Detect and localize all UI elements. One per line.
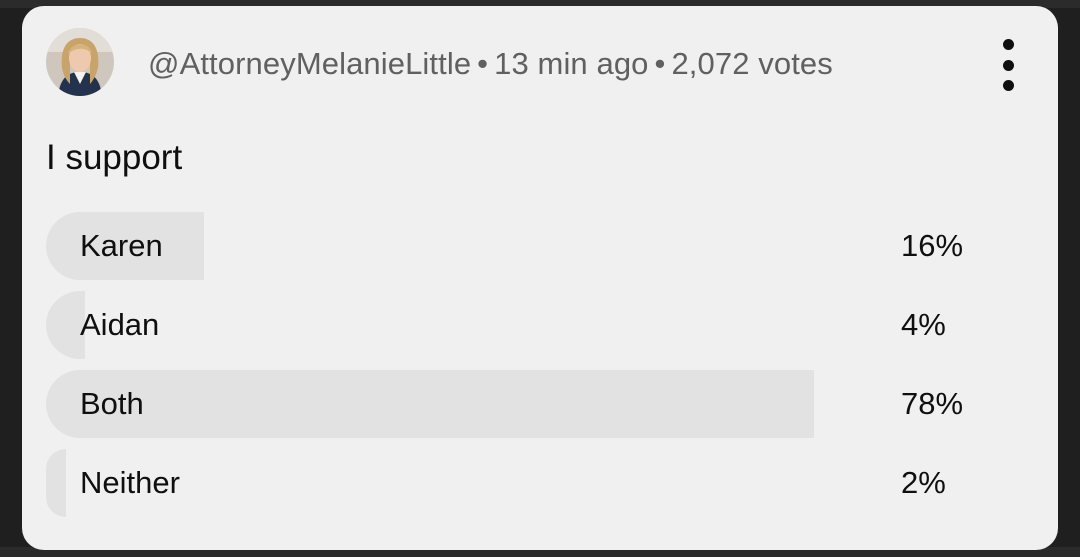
poll-card: @AttorneyMelanieLittle • 13 min ago • 2,072 … (22, 6, 1058, 550)
poll-option-label: Both (80, 386, 144, 421)
post-time: 13 min ago (494, 46, 649, 81)
more-options-button[interactable] (994, 39, 1022, 91)
more-vertical-icon-dot (1002, 59, 1014, 71)
poll-option-label: Aidan (80, 307, 160, 342)
meta-separator: • (477, 46, 489, 81)
poll-option-neither[interactable]: Neither 2% (46, 449, 1046, 517)
poll-question: I support (46, 138, 183, 177)
poll-option-both[interactable]: Both 78% (46, 370, 1046, 438)
poll-option-fill (46, 449, 66, 517)
meta-separator: • (654, 46, 666, 81)
poll-option-label: Neither (80, 465, 180, 500)
author-handle[interactable]: @AttorneyMelanieLittle (148, 46, 471, 81)
avatar-photo-icon (46, 28, 114, 96)
poll-option-percent: 78% (901, 386, 964, 421)
poll-option-label: Karen (80, 228, 163, 263)
poll-option-percent: 2% (901, 465, 946, 500)
poll-option-percent: 16% (901, 228, 964, 263)
avatar[interactable] (46, 28, 114, 96)
poll-options: Karen 16% Aidan 4% Both 78% Neither 2% (46, 212, 1046, 528)
more-vertical-icon-dot (1002, 39, 1014, 50)
page: @AttorneyMelanieLittle • 13 min ago • 2,072 … (0, 0, 1080, 557)
vote-count: 2,072 votes (671, 46, 833, 81)
poll-option-percent: 4% (901, 307, 946, 342)
poll-option-fill (46, 370, 814, 438)
poll-option-karen[interactable]: Karen 16% (46, 212, 1046, 280)
poll-option-aidan[interactable]: Aidan 4% (46, 291, 1046, 359)
more-vertical-icon-dot (1002, 80, 1014, 91)
post-meta: @AttorneyMelanieLittle • 13 min ago • 2,072 … (148, 46, 833, 82)
